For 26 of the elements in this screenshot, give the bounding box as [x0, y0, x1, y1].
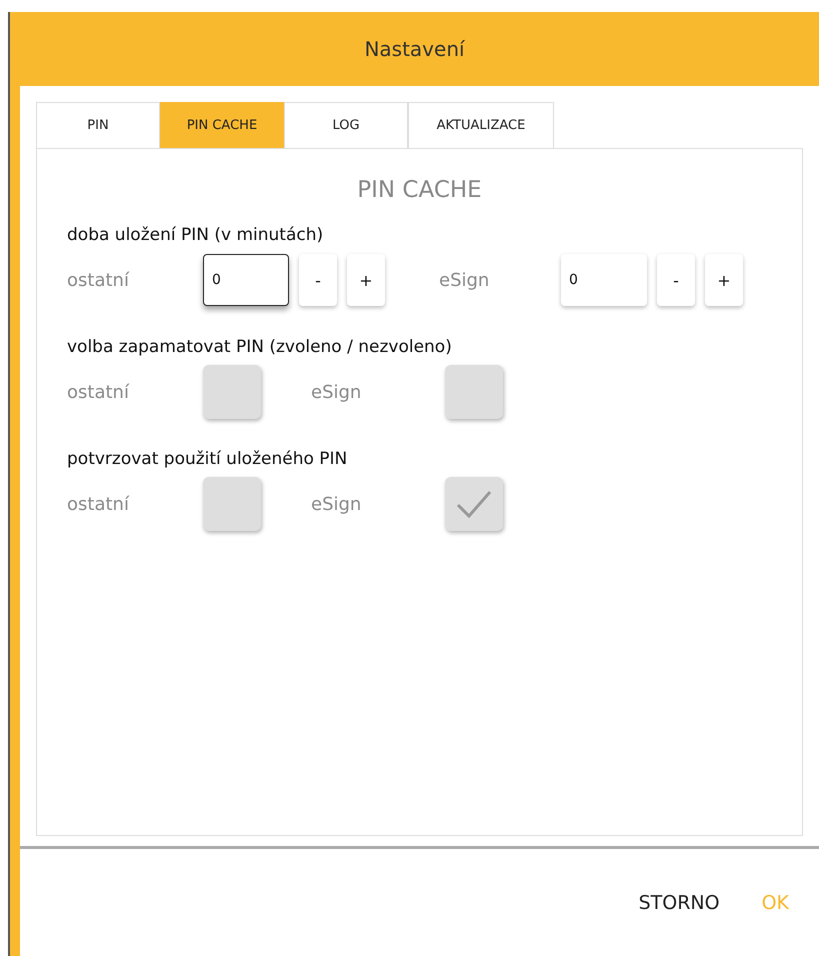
- section-title: doba uložení PIN (v minutách): [67, 225, 324, 245]
- minutes-field[interactable]: 0: [561, 254, 647, 306]
- checkbox[interactable]: [203, 365, 261, 419]
- section-title: potvrzovat použití uloženého PIN: [67, 449, 348, 469]
- panel-heading: PIN CACHE: [356, 177, 483, 203]
- checkbox-label: ostatní: [67, 382, 130, 402]
- field-label: ostatní: [67, 270, 130, 290]
- window-title: Nastavení: [364, 37, 465, 61]
- tab[interactable]: PIN: [36, 102, 160, 148]
- checkbox-label: ostatní: [67, 494, 130, 514]
- minutes-field[interactable]: 0: [203, 254, 289, 306]
- tab[interactable]: PIN CACHE: [160, 102, 284, 148]
- tab[interactable]: AKTUALIZACE: [408, 102, 554, 148]
- section-title: volba zapamatovat PIN (zvoleno / nezvoleno): [67, 337, 452, 357]
- checkbox[interactable]: [203, 477, 261, 531]
- tab[interactable]: LOG: [284, 102, 408, 148]
- increment-button[interactable]: +: [705, 254, 743, 306]
- decrement-button[interactable]: -: [299, 254, 337, 306]
- cancel-button[interactable]: STORNO: [638, 888, 720, 918]
- checkbox[interactable]: [445, 365, 503, 419]
- checkbox[interactable]: [445, 477, 503, 531]
- checkbox-label: eSign: [311, 494, 362, 514]
- decrement-button[interactable]: -: [657, 254, 695, 306]
- increment-button[interactable]: +: [347, 254, 385, 306]
- checkbox-label: eSign: [311, 382, 362, 402]
- field-label: eSign: [439, 270, 490, 290]
